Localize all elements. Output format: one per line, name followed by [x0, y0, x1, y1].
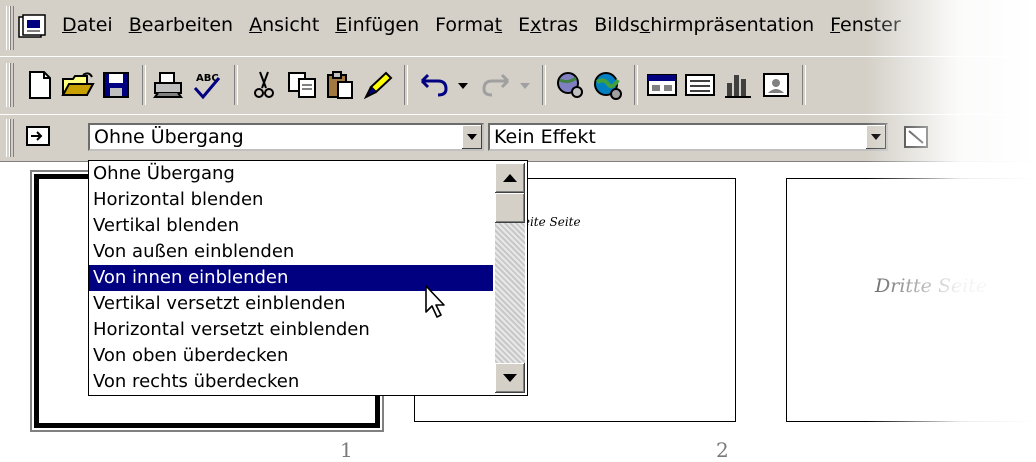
- slide-thumbnail-3[interactable]: Dritte Seite: [786, 178, 1036, 422]
- vertical-scrollbar[interactable]: [495, 163, 525, 393]
- toolbar-separator: [542, 65, 546, 105]
- print-icon[interactable]: [150, 67, 186, 103]
- toolbar-separator: [234, 65, 238, 105]
- list-item[interactable]: Von außen einblenden: [89, 239, 493, 265]
- menu-bildschirmpraesentation[interactable]: Bildschirmpräsentation: [586, 12, 822, 38]
- effect-combobox-value: Kein Effekt: [494, 126, 596, 148]
- format-painter-icon[interactable]: [360, 67, 396, 103]
- web-toolbar-icon[interactable]: [552, 67, 588, 103]
- presentation-document-icon[interactable]: [18, 14, 46, 40]
- hyperlink-icon[interactable]: [590, 67, 626, 103]
- image-icon[interactable]: [758, 67, 794, 103]
- slide-3-text: Dritte Seite: [875, 275, 988, 297]
- paste-icon[interactable]: [322, 67, 358, 103]
- save-icon[interactable]: [98, 67, 134, 103]
- menu-datei[interactable]: Datei: [54, 12, 121, 38]
- copy-icon[interactable]: [284, 67, 320, 103]
- slide-number-2: 2: [716, 438, 729, 462]
- slide-number-1: 1: [340, 438, 353, 462]
- slide-transition-icon[interactable]: [20, 119, 56, 155]
- toolbar-separator: [404, 65, 408, 105]
- menu-items: Datei Bearbeiten Ansicht Einfügen Format…: [54, 12, 909, 38]
- effect-combobox[interactable]: Kein Effekt: [488, 123, 888, 151]
- menu-extras[interactable]: Extras: [510, 12, 586, 38]
- list-item[interactable]: Horizontal blenden: [89, 187, 493, 213]
- menu-einfuegen[interactable]: Einfügen: [327, 12, 427, 38]
- scrollbar-thumb[interactable]: [495, 193, 525, 223]
- chevron-down-icon[interactable]: [461, 125, 482, 149]
- transition-dropdown-list[interactable]: Ohne Übergang Horizontal blenden Vertika…: [88, 160, 528, 396]
- preset-animation-icon[interactable]: [898, 119, 934, 155]
- list-item[interactable]: Ohne Übergang: [89, 161, 493, 187]
- slide-layout-icon[interactable]: [644, 67, 680, 103]
- menu-fenster[interactable]: Fenster: [822, 12, 908, 38]
- toolbar-separator: [142, 65, 146, 105]
- list-item[interactable]: Vertikal blenden: [89, 213, 493, 239]
- toolbar-grip[interactable]: [6, 119, 14, 157]
- menu-format[interactable]: Format: [427, 12, 510, 38]
- toolbar-grip[interactable]: [6, 63, 14, 107]
- mouse-pointer-icon: [424, 284, 448, 324]
- chart-icon[interactable]: [720, 67, 756, 103]
- spelling-icon[interactable]: ABC: [188, 67, 224, 103]
- slide-sorter-toolbar: Ohne Übergang Kein Effekt: [0, 114, 1036, 162]
- chevron-up-icon: [503, 174, 517, 182]
- list-item[interactable]: Von rechts überdecken: [89, 369, 493, 395]
- chevron-down-icon: [503, 374, 517, 382]
- standard-toolbar: ABC: [0, 56, 1036, 116]
- menu-bearbeiten[interactable]: Bearbeiten: [121, 12, 241, 38]
- list-item[interactable]: Von oben überdecken: [89, 343, 493, 369]
- slide-design-icon[interactable]: [682, 67, 718, 103]
- menu-bar-grip[interactable]: [6, 6, 14, 50]
- transition-combobox[interactable]: Ohne Übergang: [88, 123, 484, 151]
- toolbar-separator: [802, 65, 806, 105]
- scroll-down-button[interactable]: [495, 363, 525, 393]
- toolbar-separator: [634, 65, 638, 105]
- open-icon[interactable]: [60, 67, 96, 103]
- transition-combobox-value: Ohne Übergang: [94, 126, 244, 148]
- cut-icon[interactable]: [246, 67, 282, 103]
- chevron-down-icon[interactable]: [865, 125, 886, 149]
- transition-options: Ohne Übergang Horizontal blenden Vertika…: [89, 161, 493, 395]
- new-icon[interactable]: [22, 67, 58, 103]
- undo-icon[interactable]: [414, 67, 474, 103]
- scroll-up-button[interactable]: [495, 163, 525, 193]
- redo-icon[interactable]: [476, 67, 536, 103]
- menu-bar: Datei Bearbeiten Ansicht Einfügen Format…: [0, 0, 1036, 56]
- menu-ansicht[interactable]: Ansicht: [241, 12, 327, 38]
